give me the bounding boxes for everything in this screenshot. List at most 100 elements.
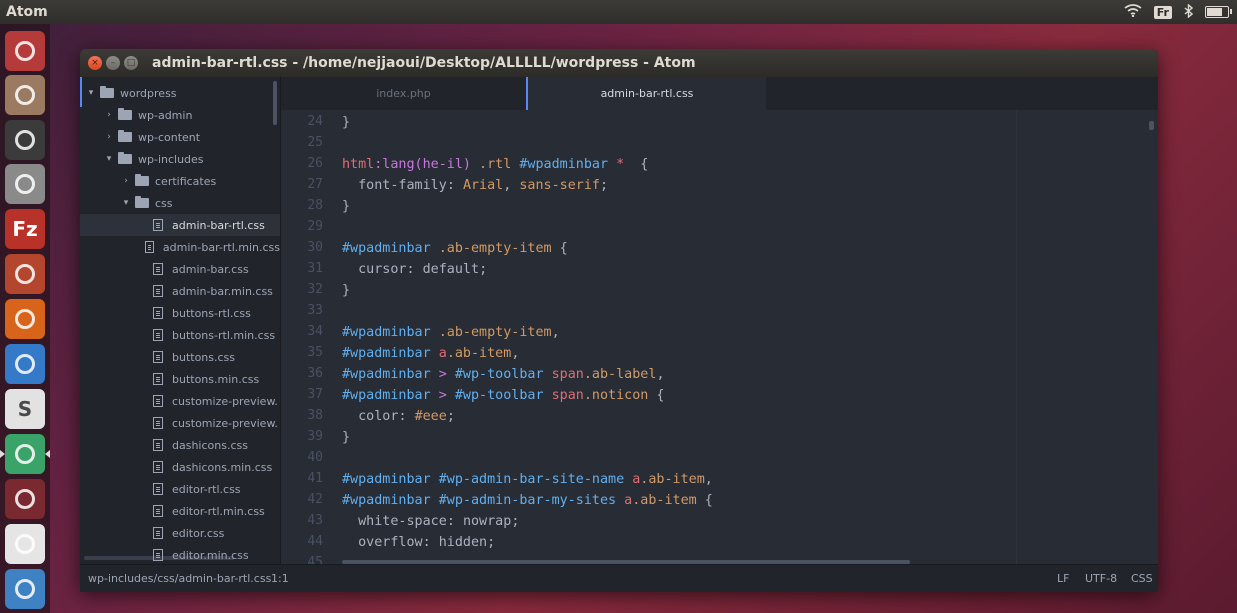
firefox-icon[interactable] — [5, 299, 45, 339]
tree-file[interactable]: dashicons.css — [80, 434, 280, 456]
battery-icon[interactable] — [1205, 6, 1232, 18]
tree-file[interactable]: dashicons.min.css — [80, 456, 280, 478]
line-number: 29 — [307, 219, 323, 234]
line-number: 35 — [307, 345, 323, 360]
code-line[interactable]: html:lang(he-il) .rtl #wpadminbar * { — [342, 154, 648, 175]
maximize-window-button[interactable]: □ — [124, 56, 138, 70]
code-line[interactable]: #wpadminbar a.ab-item, — [342, 343, 519, 364]
tree-folder[interactable]: ▾ wp-includes — [80, 148, 280, 170]
code-line[interactable]: } — [342, 112, 350, 133]
keyboard-layout-indicator[interactable]: Fr — [1153, 5, 1172, 19]
code-token: a — [430, 346, 447, 361]
status-cursor-position[interactable]: 1:1 — [271, 572, 289, 585]
filezilla-icon[interactable]: Fz — [5, 209, 45, 249]
minimize-window-button[interactable]: – — [106, 56, 120, 70]
code-line[interactable]: font-family: Arial, sans-serif; — [342, 175, 608, 196]
code-token: : — [446, 514, 463, 529]
code-token: white-space — [342, 514, 447, 529]
code-token: sans-serif — [519, 178, 600, 193]
status-encoding[interactable]: UTF-8 — [1085, 572, 1117, 585]
bluetooth-icon[interactable] — [1184, 2, 1194, 21]
chevron-right-icon[interactable]: › — [121, 176, 131, 186]
tree-file[interactable]: admin-bar.min.css — [80, 280, 280, 302]
tree-file[interactable]: buttons-rtl.css — [80, 302, 280, 324]
camera-icon[interactable] — [5, 164, 45, 204]
tree-file[interactable]: buttons.min.css — [80, 368, 280, 390]
code-token: .ab-item — [640, 472, 705, 487]
workspace-switcher-icon[interactable] — [5, 479, 45, 519]
code-token: Arial — [462, 178, 504, 193]
settings-icon[interactable] — [5, 254, 45, 294]
tree-file[interactable]: editor-rtl.css — [80, 478, 280, 500]
tree-file[interactable]: editor.css — [80, 522, 280, 544]
code-line[interactable]: white-space: nowrap; — [342, 511, 519, 532]
terminal-icon-inner — [15, 130, 35, 150]
code-line[interactable]: #wpadminbar #wp-admin-bar-site-name a.ab… — [342, 469, 713, 490]
code-editor[interactable]: 24 25 26 27 28 29 30 31 32 33 34 35 36 37 38 39 40 41 42 43… — [281, 110, 1158, 564]
inkscape-icon[interactable] — [5, 524, 45, 564]
line-number: 39 — [307, 429, 323, 444]
chevron-down-icon[interactable]: ▾ — [121, 198, 131, 208]
code-token: .ab-label — [583, 367, 657, 382]
tab-index-php[interactable]: index.php — [281, 77, 526, 110]
slack-icon[interactable]: S — [5, 389, 45, 429]
files-icon[interactable] — [5, 75, 45, 115]
code-token: cursor — [342, 262, 407, 277]
status-grammar[interactable]: CSS — [1131, 572, 1153, 585]
terminal-icon[interactable] — [5, 120, 45, 160]
ubuntu-dash-icon[interactable] — [5, 31, 45, 71]
code-token: ; — [600, 178, 609, 193]
tree-file[interactable]: admin-bar.css — [80, 258, 280, 280]
chevron-down-icon[interactable]: ▾ — [86, 88, 96, 98]
code-line[interactable]: color: #eee; — [342, 406, 455, 427]
tree-item-label: admin-bar-rtl.css — [172, 218, 265, 232]
status-line-ending[interactable]: LF — [1057, 572, 1069, 585]
code-token: .noticon — [583, 388, 649, 403]
file-icon — [153, 505, 163, 517]
file-icon — [153, 395, 163, 407]
tree-file[interactable]: buttons.css — [80, 346, 280, 368]
chevron-right-icon[interactable]: › — [104, 110, 114, 120]
code-line[interactable]: cursor: default; — [342, 259, 487, 280]
status-file-path[interactable]: wp-includes/css/admin-bar-rtl.css — [88, 572, 271, 585]
atom-icon[interactable] — [5, 434, 45, 474]
tab-admin-bar-rtl-css[interactable]: admin-bar-rtl.css — [526, 77, 766, 110]
line-number: 28 — [307, 198, 323, 213]
line-number: 32 — [307, 282, 323, 297]
chevron-right-icon[interactable]: › — [104, 132, 114, 142]
code-token: #wp-toolbar — [454, 367, 544, 382]
code-line[interactable]: #wpadminbar > #wp-toolbar span.noticon { — [342, 385, 665, 406]
tree-file[interactable]: editor.min.css — [80, 544, 280, 564]
tree-file[interactable]: admin-bar-rtl.min.css — [80, 236, 280, 258]
window-titlebar[interactable]: × – □ admin-bar-rtl.css - /home/nejjaoui… — [80, 49, 1158, 77]
tree-folder[interactable]: ▾ css — [80, 192, 280, 214]
code-line[interactable]: } — [342, 280, 350, 301]
tree-folder[interactable]: › certificates — [80, 170, 280, 192]
tree-file[interactable]: buttons-rtl.min.css — [80, 324, 280, 346]
tree-file[interactable]: customize-preview. — [80, 390, 280, 412]
chromium-icon[interactable] — [5, 569, 45, 609]
code-line[interactable]: #wpadminbar > #wp-toolbar span.ab-label, — [342, 364, 665, 385]
chevron-down-icon[interactable]: ▾ — [104, 154, 114, 164]
code-line[interactable]: overflow: hidden; — [342, 532, 495, 553]
editor-vertical-scrollbar[interactable] — [1149, 121, 1154, 130]
code-line[interactable]: } — [342, 427, 350, 448]
code-line[interactable]: #wpadminbar #wp-admin-bar-my-sites a.ab-… — [342, 490, 713, 511]
tree-file[interactable]: customize-preview. — [80, 412, 280, 434]
tree-folder[interactable]: › wp-admin — [80, 104, 280, 126]
code-area[interactable]: } html:lang(he-il) .rtl #wpadminbar * { f… — [342, 110, 1158, 564]
file-icon — [153, 373, 163, 385]
tree-file[interactable]: admin-bar-rtl.css — [80, 214, 280, 236]
tree-file[interactable]: editor-rtl.min.css — [80, 500, 280, 522]
code-line[interactable]: #wpadminbar .ab-empty-item { — [342, 238, 568, 259]
status-bar: wp-includes/css/admin-bar-rtl.css 1:1 LF… — [80, 564, 1158, 592]
tree-folder[interactable]: › wp-content — [80, 126, 280, 148]
wifi-icon[interactable] — [1124, 4, 1142, 20]
code-line[interactable]: #wpadminbar .ab-empty-item, — [342, 322, 560, 343]
dropbox-icon[interactable] — [5, 344, 45, 384]
close-window-button[interactable]: × — [88, 56, 102, 70]
code-token: a — [624, 472, 641, 487]
tree-item-label: editor-rtl.css — [172, 482, 241, 496]
tree-folder[interactable]: ▾ wordpress — [80, 82, 280, 104]
code-line[interactable]: } — [342, 196, 350, 217]
